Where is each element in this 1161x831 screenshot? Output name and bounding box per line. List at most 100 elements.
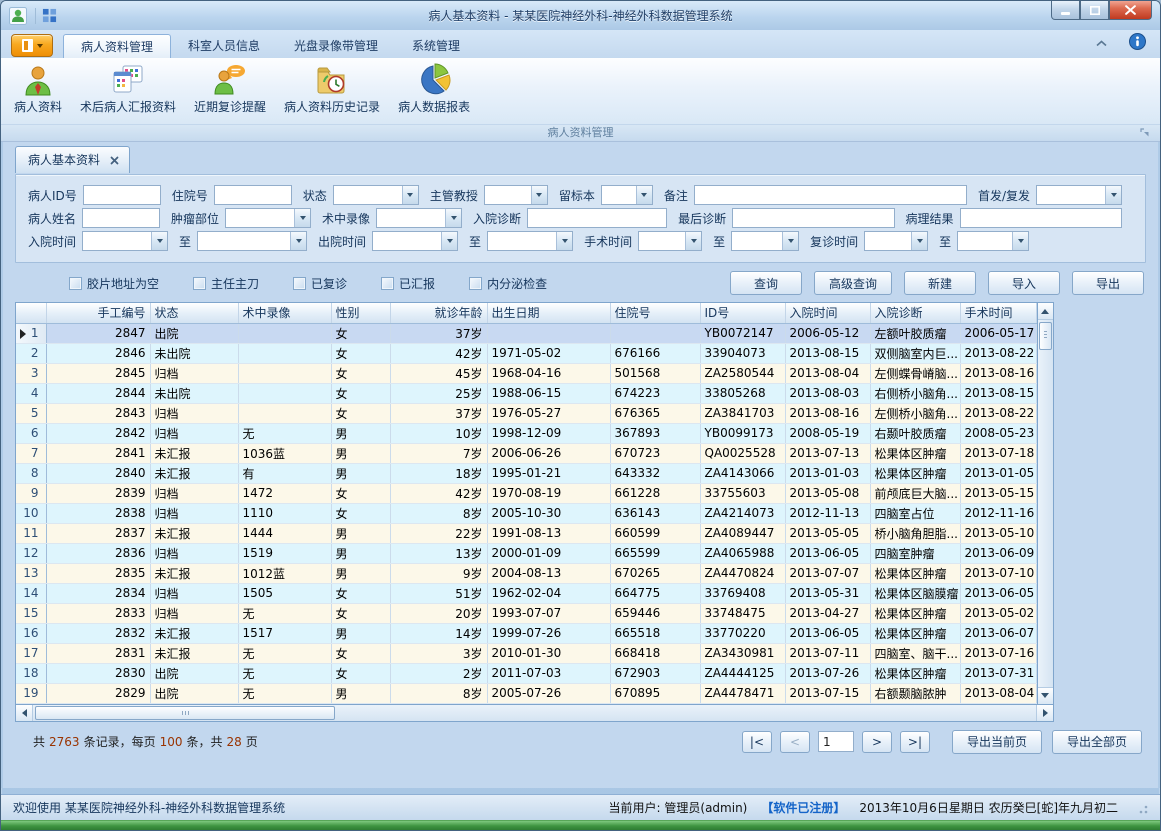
film-address-empty-checkbox[interactable]	[69, 277, 82, 290]
ribbon-tab-3[interactable]: 光盘录像带管理	[277, 34, 395, 58]
first-or-recurrence-combo[interactable]	[1036, 185, 1122, 205]
column-header-1[interactable]: 手工编号	[46, 303, 150, 323]
ribbon-button-1[interactable]: 病人资料	[5, 60, 71, 118]
ribbon-button-2[interactable]: 术后病人汇报资料	[71, 60, 185, 118]
final-diagnosis-input[interactable]	[732, 208, 894, 228]
scroll-down-icon[interactable]	[1038, 687, 1054, 704]
column-header-3[interactable]: 术中录像	[238, 303, 331, 323]
horizontal-scrollbar[interactable]	[15, 705, 1054, 722]
chevron-down-icon[interactable]	[441, 232, 457, 250]
column-header-6[interactable]: 出生日期	[487, 303, 610, 323]
chevron-down-icon[interactable]	[685, 232, 701, 250]
column-header-2[interactable]: 状态	[150, 303, 238, 323]
patient-id-input[interactable]	[83, 185, 161, 205]
table-row[interactable]: 22846未出院女42岁1971-05-02676166339040732013…	[16, 343, 1036, 363]
table-row[interactable]: 62842归档无男10岁1998-12-09367893YB0099173200…	[16, 423, 1036, 443]
remarks-input[interactable]	[694, 185, 967, 205]
admission-date-to-combo[interactable]	[197, 231, 307, 251]
surgery-date-to-combo[interactable]	[731, 231, 799, 251]
chevron-down-icon[interactable]	[294, 209, 310, 227]
table-row[interactable]: 82840未汇报有男18岁1995-01-21643332ZA414306620…	[16, 463, 1036, 483]
table-row[interactable]: 72841未汇报1036蓝男7岁2006-06-26670723QA002552…	[16, 443, 1036, 463]
query-button[interactable]: 查询	[730, 271, 802, 295]
chevron-down-icon[interactable]	[782, 232, 798, 250]
column-header-10[interactable]: 入院诊断	[870, 303, 960, 323]
chevron-down-icon[interactable]	[445, 209, 461, 227]
admission-date-from-combo[interactable]	[82, 231, 168, 251]
registration-status[interactable]: 【软件已注册】	[761, 799, 845, 816]
column-header-4[interactable]: 性别	[331, 303, 390, 323]
ribbon-tab-4[interactable]: 系统管理	[395, 34, 477, 58]
table-row[interactable]: 172831未汇报无女3岁2010-01-30668418ZA343098120…	[16, 643, 1036, 663]
table-row[interactable]: 122836归档1519男13岁2000-01-09665599ZA406598…	[16, 543, 1036, 563]
tumor-site-combo[interactable]	[225, 208, 311, 228]
scroll-up-icon[interactable]	[1038, 303, 1054, 320]
dialog-launcher-icon[interactable]	[1140, 128, 1150, 138]
horizontal-scrollbar-thumb[interactable]	[35, 706, 335, 720]
column-header-9[interactable]: 入院时间	[785, 303, 870, 323]
column-header-8[interactable]: ID号	[700, 303, 785, 323]
quick-access-grid-icon[interactable]	[42, 8, 57, 23]
chevron-down-icon[interactable]	[1012, 232, 1028, 250]
chief-surgeon-operated-checkbox[interactable]	[193, 277, 206, 290]
chevron-down-icon[interactable]	[556, 232, 572, 250]
scroll-right-icon[interactable]	[1036, 705, 1053, 721]
chevron-down-icon[interactable]	[531, 186, 547, 204]
table-row[interactable]: 102838归档1110女8岁2005-10-30636143ZA4214073…	[16, 503, 1036, 523]
admission-diagnosis-input[interactable]	[527, 208, 667, 228]
table-row[interactable]: 132835未汇报1012蓝男9岁2004-08-13670265ZA44708…	[16, 563, 1036, 583]
table-row[interactable]: 112837未汇报1444男22岁1991-08-13660599ZA40894…	[16, 523, 1036, 543]
surgery-video-combo[interactable]	[376, 208, 462, 228]
table-row[interactable]: 92839归档1472女42岁1970-08-19661228337556032…	[16, 483, 1036, 503]
ribbon-tab-1[interactable]: 病人资料管理	[63, 34, 171, 58]
last-page-button[interactable]: >|	[900, 731, 930, 753]
patient-name-input[interactable]	[82, 208, 160, 228]
specimen-kept-combo[interactable]	[601, 185, 653, 205]
chevron-down-icon[interactable]	[911, 232, 927, 250]
vertical-scrollbar[interactable]	[1037, 303, 1054, 704]
next-page-button[interactable]: >	[862, 731, 892, 753]
table-row[interactable]: 152833归档无女20岁1993-07-0765944633748475201…	[16, 603, 1036, 623]
status-combo[interactable]	[333, 185, 419, 205]
column-header-gutter[interactable]	[16, 303, 46, 323]
reported-checkbox[interactable]	[381, 277, 394, 290]
discharge-date-to-combo[interactable]	[487, 231, 573, 251]
endocrine-exam-checkbox[interactable]	[469, 277, 482, 290]
ribbon-button-3[interactable]: 近期复诊提醒	[185, 60, 275, 118]
table-row[interactable]: 52843归档女37岁1976-05-27676365ZA38417032013…	[16, 403, 1036, 423]
table-row[interactable]: 42844未出院女25岁1988-06-15674223338052682013…	[16, 383, 1036, 403]
horizontal-scrollbar-track[interactable]	[335, 705, 1036, 721]
export-current-page-button[interactable]: 导出当前页	[952, 730, 1042, 754]
advanced-query-button[interactable]: 高级查询	[814, 271, 892, 295]
table-row[interactable]: 142834归档1505女51岁1962-02-0466477533769408…	[16, 583, 1036, 603]
chevron-down-icon[interactable]	[151, 232, 167, 250]
document-tab[interactable]: 病人基本资料	[15, 146, 130, 173]
revisit-date-from-combo[interactable]	[864, 231, 928, 251]
close-button[interactable]	[1109, 1, 1152, 20]
page-number-input[interactable]	[818, 731, 854, 752]
admission-number-input[interactable]	[214, 185, 292, 205]
export-button[interactable]: 导出	[1072, 271, 1144, 295]
resize-grip-icon[interactable]	[1136, 802, 1148, 814]
surgery-date-from-combo[interactable]	[638, 231, 702, 251]
table-row[interactable]: 162832未汇报1517男14岁1999-07-266655183377022…	[16, 623, 1036, 643]
table-row[interactable]: 182830出院无女2岁2011-07-03672903ZA4444125201…	[16, 663, 1036, 683]
first-page-button[interactable]: |<	[742, 731, 772, 753]
table-row[interactable]: 192829出院无男8岁2005-07-26670895ZA4478471201…	[16, 683, 1036, 703]
table-row[interactable]: 12847出院女37岁YB00721472006-05-12左额叶胶质瘤2006…	[16, 323, 1036, 343]
vertical-scrollbar-thumb[interactable]	[1039, 322, 1053, 350]
ribbon-button-4[interactable]: 病人资料历史记录	[275, 60, 389, 118]
minimize-button[interactable]	[1051, 1, 1080, 20]
collapse-ribbon-icon[interactable]	[1096, 36, 1107, 50]
chief-professor-combo[interactable]	[484, 185, 548, 205]
info-icon[interactable]	[1129, 33, 1146, 53]
application-menu-button[interactable]	[11, 34, 53, 57]
close-tab-icon[interactable]	[110, 156, 119, 165]
import-button[interactable]: 导入	[988, 271, 1060, 295]
scroll-left-icon[interactable]	[16, 705, 33, 721]
column-header-11[interactable]: 手术时间	[960, 303, 1036, 323]
chevron-down-icon[interactable]	[402, 186, 418, 204]
table-row[interactable]: 32845归档女45岁1968-04-16501568ZA25805442013…	[16, 363, 1036, 383]
column-header-7[interactable]: 住院号	[610, 303, 700, 323]
revisit-date-to-combo[interactable]	[957, 231, 1029, 251]
